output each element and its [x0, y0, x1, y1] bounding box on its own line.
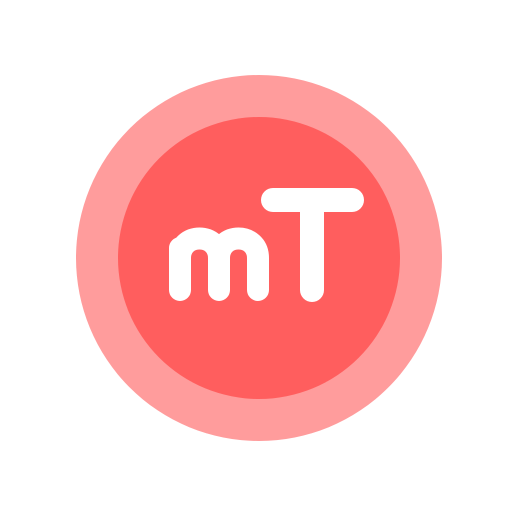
app-logo [0, 0, 512, 512]
app-logo-graphic [76, 75, 442, 441]
